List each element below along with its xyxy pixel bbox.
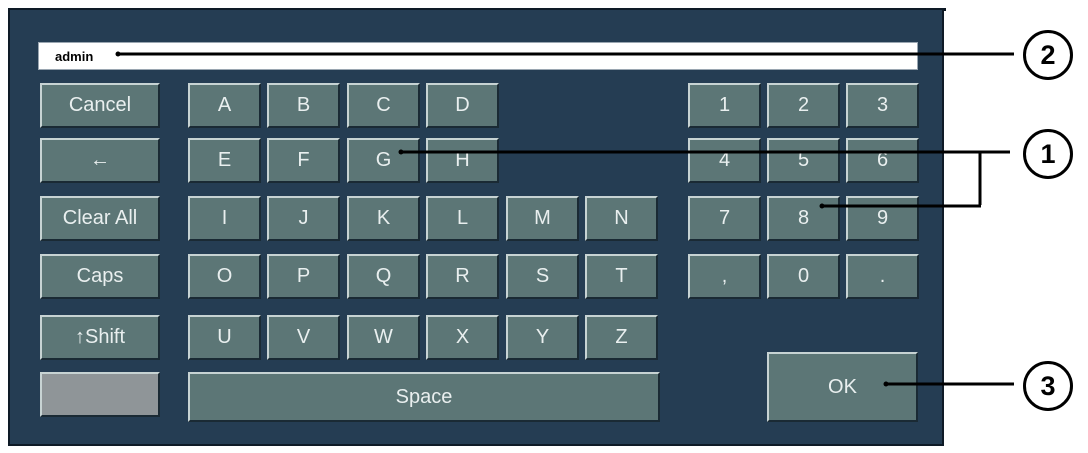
callout-3: 3	[1023, 361, 1073, 411]
leader-1b-dot	[819, 203, 825, 209]
leader-3-dot	[883, 381, 889, 387]
callout-1: 1	[1023, 129, 1073, 179]
callout-2: 2	[1023, 30, 1073, 80]
leader-2-dot	[115, 51, 121, 57]
leader-1-dot	[398, 149, 404, 155]
callout-leader-lines	[115, 51, 1014, 387]
